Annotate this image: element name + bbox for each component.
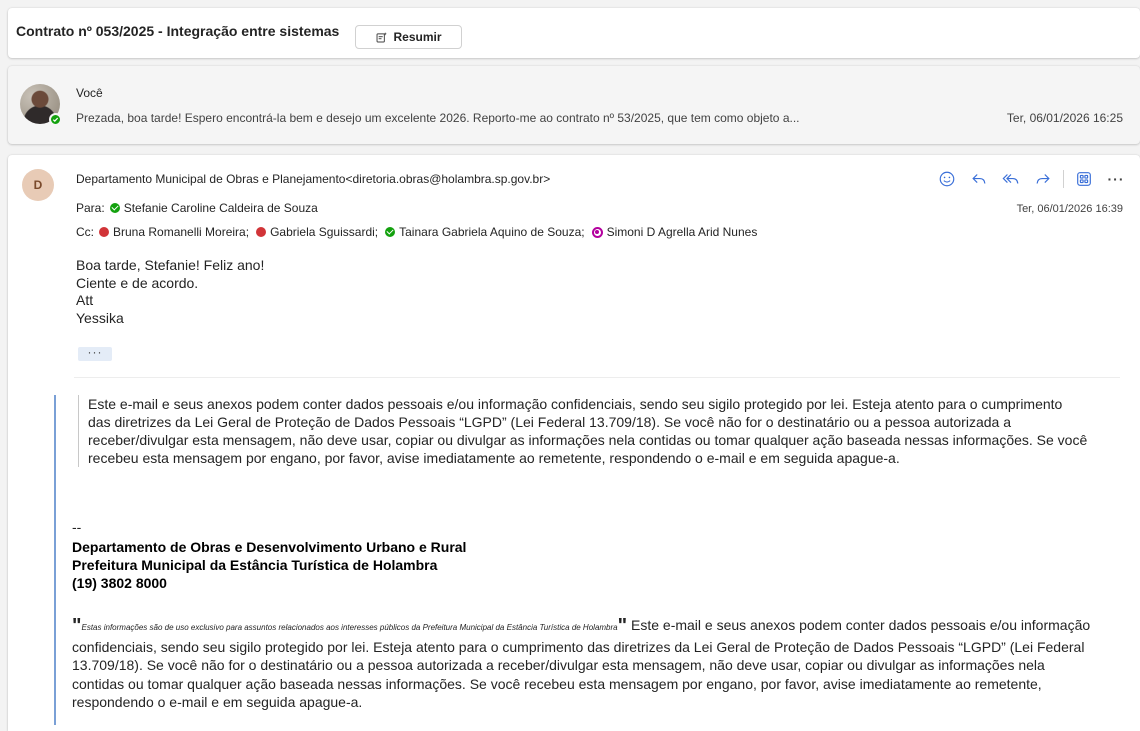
body-line: Boa tarde, Stefanie! Feliz ano! (76, 257, 265, 273)
quoted-privacy-notice: Este e-mail e seus anexos podem conter d… (78, 395, 1088, 467)
signature: Departamento de Obras e Desenvolvimento … (72, 538, 466, 592)
summarize-button[interactable]: Resumir (355, 25, 462, 49)
recipient-cc[interactable]: Gabriela Sguissardi; (251, 225, 380, 239)
presence-busy-icon (256, 227, 267, 237)
body-line: Att (76, 292, 94, 308)
presence-available-icon (49, 113, 62, 126)
forward-button[interactable] (1029, 167, 1057, 191)
cc-label: Cc: (76, 225, 94, 239)
recipient-name: Simoni D Agrella Arid Nunes (606, 225, 758, 239)
presence-available-icon (109, 203, 120, 213)
reading-pane-message: D Departamento Municipal de Obras e Plan… (8, 155, 1140, 731)
message-timestamp: Ter, 06/01/2026 16:39 (1016, 203, 1123, 215)
show-quoted-text-button[interactable]: ··· (78, 346, 112, 361)
body-line: Yessika (76, 309, 124, 326)
reply-button[interactable] (965, 167, 993, 191)
signature-separator: -- (72, 519, 82, 535)
collapsed-message-preview: Prezada, boa tarde! Espero encontrá-la b… (76, 111, 800, 125)
disclaimer: "Estas informações são de uso exclusivo … (72, 616, 1092, 712)
recipient-name: Gabriela Sguissardi; (270, 225, 379, 239)
to-recipients: Para: Stefanie Caroline Caldeira de Souz… (76, 201, 318, 215)
collapsed-sender-name: Você (76, 86, 103, 100)
signature-line: Departamento de Obras e Desenvolvimento … (72, 539, 467, 555)
message-body: Boa tarde, Stefanie! Feliz ano! Ciente e… (76, 257, 264, 327)
presence-available-icon (385, 227, 396, 237)
cc-recipients: Cc: Bruna Romanelli Moreira; Gabriela Sg… (76, 225, 757, 239)
recipient-to[interactable]: Stefanie Caroline Caldeira de Souza (105, 201, 318, 215)
more-icon: ··· (1107, 171, 1125, 187)
recipient-name: Bruna Romanelli Moreira; (113, 225, 250, 239)
reply-icon (972, 174, 986, 184)
toolbar-divider (1063, 170, 1064, 188)
signature-line: (19) 3802 8000 (72, 575, 167, 591)
reply-all-button[interactable] (997, 167, 1025, 191)
quote-mark: " (617, 615, 628, 637)
collapsed-message-time: Ter, 06/01/2026 16:25 (1006, 111, 1123, 125)
body-line: Ciente e de acordo. (76, 274, 199, 291)
recipient-cc[interactable]: Simoni D Agrella Arid Nunes (587, 225, 758, 239)
sender-name-email[interactable]: Departamento Municipal de Obras e Planej… (76, 172, 550, 186)
message-actions-toolbar: ··· (933, 167, 1130, 191)
apps-button[interactable] (1070, 167, 1098, 191)
disclaimer-small-print: Estas informações são de uso exclusivo p… (81, 623, 618, 632)
apps-icon (1077, 172, 1091, 186)
sender-avatar (20, 84, 62, 126)
quoted-text: Este e-mail e seus anexos podem conter d… (54, 395, 1114, 725)
recipient-name: Tainara Gabriela Aquino de Souza; (399, 225, 585, 239)
recipient-cc[interactable]: Tainara Gabriela Aquino de Souza; (380, 225, 586, 239)
forward-icon (1036, 174, 1050, 184)
conversation-subject: Contrato nº 053/2025 - Integração entre … (16, 23, 340, 39)
reply-all-icon (1002, 174, 1019, 184)
emoji-icon (939, 171, 955, 187)
body-divider (74, 377, 1120, 378)
emoji-reaction-button[interactable] (933, 167, 961, 191)
conversation-header: Contrato nº 053/2025 - Integração entre … (8, 8, 1140, 58)
presence-busy-icon (99, 227, 109, 237)
more-options-button[interactable]: ··· (1102, 167, 1130, 191)
summarize-label: Resumir (393, 30, 442, 44)
recipient-name: Stefanie Caroline Caldeira de Souza (123, 201, 318, 215)
signature-line: Prefeitura Municipal da Estância Turísti… (72, 557, 438, 573)
recipient-cc[interactable]: Bruna Romanelli Moreira; (94, 225, 251, 239)
collapsed-message[interactable]: Você Prezada, boa tarde! Espero encontrá… (8, 66, 1140, 144)
sender-avatar-initial: D (22, 169, 54, 201)
summarize-icon (377, 31, 388, 42)
presence-out-of-office-icon (591, 226, 603, 238)
to-label: Para: (76, 201, 105, 215)
